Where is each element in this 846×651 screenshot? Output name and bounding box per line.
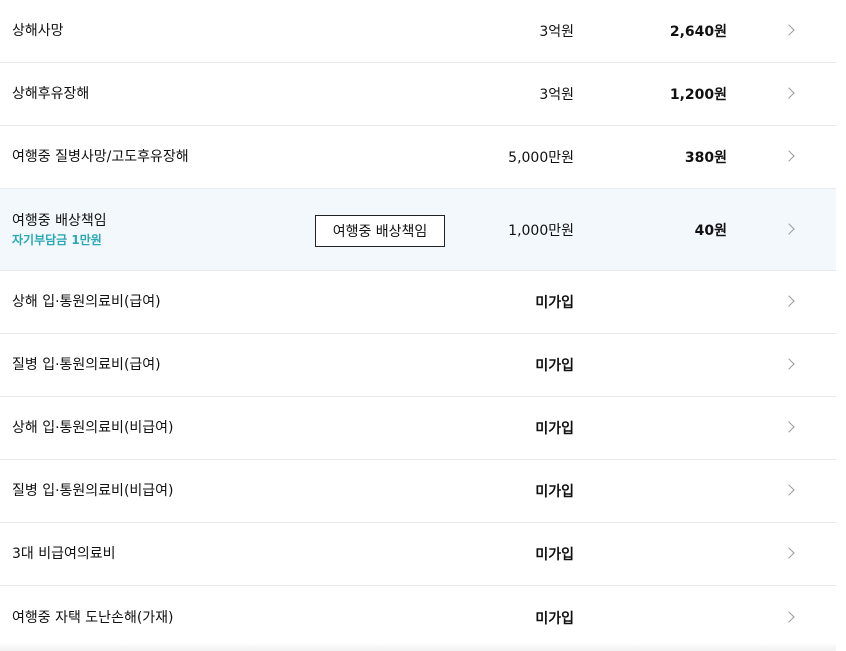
chevron-right-icon[interactable]: [783, 547, 795, 559]
coverage-row-illness-medical-covered[interactable]: 질병 입·통원의료비(급여) 미가입: [0, 334, 836, 397]
chevron-right-icon[interactable]: [783, 24, 795, 36]
coverage-amount: 미가입: [535, 547, 574, 563]
coverage-name: 여행중 배상책임 자기부담금 1만원: [12, 189, 107, 270]
chevron-right-icon[interactable]: [783, 150, 795, 162]
coverage-name: 상해후유장해: [12, 63, 89, 125]
coverage-name: 여행중 자택 도난손해(가재): [12, 586, 174, 649]
premium-amount: 1,200원: [669, 87, 727, 103]
coverage-amount: 5,000만원: [508, 150, 574, 166]
coverage-name-label: 3대 비급여의료비: [12, 546, 116, 562]
coverage-name: 3대 비급여의료비: [12, 523, 116, 585]
coverage-name-label: 여행중 자택 도난손해(가재): [12, 609, 174, 626]
coverage-row-illness-death[interactable]: 여행중 질병사망/고도후유장해 5,000만원 380원: [0, 126, 836, 189]
coverage-name-label: 상해 입·통원의료비(급여): [12, 294, 161, 310]
coverage-name: 질병 입·통원의료비(비급여): [12, 460, 174, 522]
chevron-right-icon[interactable]: [783, 295, 795, 307]
coverage-name-label: 상해사망: [12, 23, 64, 39]
chevron-right-icon[interactable]: [783, 222, 795, 235]
coverage-tooltip: 여행중 배상책임: [315, 215, 445, 247]
coverage-amount: 미가입: [535, 358, 574, 374]
coverage-name: 질병 입·통원의료비(급여): [12, 334, 161, 396]
coverage-amount: 미가입: [535, 610, 574, 627]
premium-amount: 40원: [694, 222, 727, 239]
coverage-name-label: 질병 입·통원의료비(급여): [12, 357, 161, 373]
coverage-amount: 3억원: [539, 87, 574, 103]
chevron-right-icon[interactable]: [783, 358, 795, 370]
coverage-row-home-theft[interactable]: 여행중 자택 도난손해(가재) 미가입: [0, 586, 836, 649]
coverage-name-label: 여행중 질병사망/고도후유장해: [12, 149, 189, 165]
coverage-list: 상해사망 3억원 2,640원 상해후유장해 3억원 1,200원 여행중 질병…: [0, 0, 836, 651]
coverage-name-label: 상해 입·통원의료비(비급여): [12, 420, 174, 436]
coverage-amount: 미가입: [535, 421, 574, 437]
coverage-name: 상해 입·통원의료비(비급여): [12, 397, 174, 459]
coverage-row-accident-disability[interactable]: 상해후유장해 3억원 1,200원: [0, 63, 836, 126]
coverage-name-label: 여행중 배상책임: [12, 212, 107, 229]
chevron-right-icon[interactable]: [783, 87, 795, 99]
chevron-right-icon[interactable]: [783, 610, 795, 623]
coverage-name: 여행중 질병사망/고도후유장해: [12, 126, 189, 188]
premium-amount: 2,640원: [669, 24, 727, 40]
coverage-row-accident-medical-noncovered[interactable]: 상해 입·통원의료비(비급여) 미가입: [0, 397, 836, 460]
coverage-name: 상해사망: [12, 0, 64, 62]
deductible-note: 자기부담금 1만원: [12, 232, 102, 247]
premium-amount: 380원: [684, 150, 727, 166]
chevron-right-icon[interactable]: [783, 421, 795, 433]
chevron-right-icon[interactable]: [783, 484, 795, 496]
coverage-row-liability[interactable]: 여행중 배상책임 자기부담금 1만원 여행중 배상책임 1,000만원 40원: [0, 189, 836, 271]
coverage-amount: 1,000만원: [508, 222, 574, 239]
coverage-row-three-noncovered[interactable]: 3대 비급여의료비 미가입: [0, 523, 836, 586]
coverage-row-accident-medical-covered[interactable]: 상해 입·통원의료비(급여) 미가입: [0, 271, 836, 334]
coverage-amount: 미가입: [535, 295, 574, 311]
coverage-row-illness-medical-noncovered[interactable]: 질병 입·통원의료비(비급여) 미가입: [0, 460, 836, 523]
coverage-name: 상해 입·통원의료비(급여): [12, 271, 161, 333]
coverage-name-label: 상해후유장해: [12, 86, 90, 102]
coverage-amount: 미가입: [535, 484, 574, 500]
coverage-row-accident-death[interactable]: 상해사망 3억원 2,640원: [0, 0, 836, 63]
coverage-name-label: 질병 입·통원의료비(비급여): [12, 483, 174, 499]
coverage-amount: 3억원: [539, 24, 574, 40]
